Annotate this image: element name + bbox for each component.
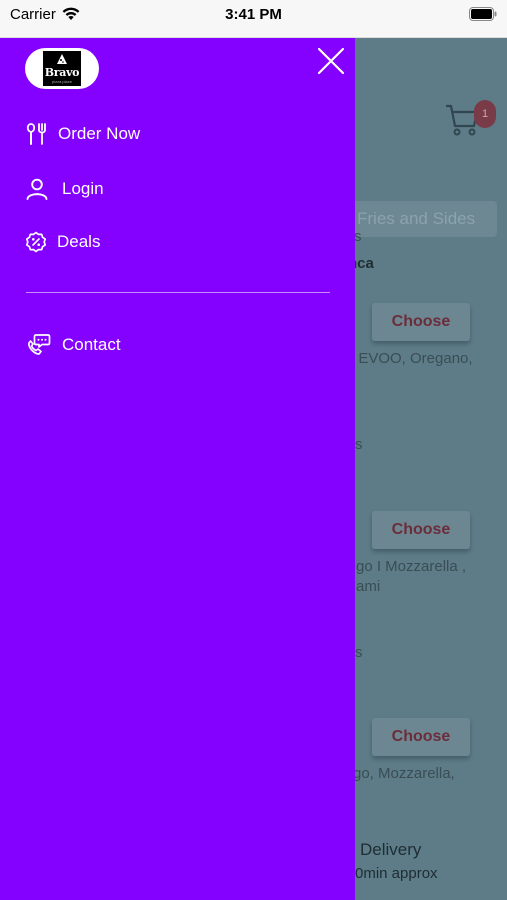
menu-item-label: Deals (57, 232, 101, 251)
menu-divider (26, 292, 330, 293)
item-description-fragment: go I Mozzarella , (356, 558, 467, 575)
item-description-fragment: , EVOO, Oregano, (350, 350, 473, 367)
close-drawer-button[interactable] (317, 47, 345, 75)
logo-mark: Bravo pizza place (43, 51, 81, 86)
delivery-time: 0min approx (355, 865, 438, 882)
battery-icon (469, 7, 497, 26)
status-bar: Carrier 3:41 PM (0, 0, 507, 38)
menu-item-label: Contact (62, 335, 121, 354)
discount-badge-icon (25, 231, 47, 253)
logo-brand-text: Bravo (44, 66, 80, 79)
utensils-icon (26, 123, 46, 145)
menu-item-deals[interactable]: Deals (25, 231, 100, 253)
menu-item-login[interactable]: Login (25, 177, 104, 201)
menu-item-contact[interactable]: Contact (25, 333, 121, 357)
item-description-fragment: go, Mozzarella, (353, 765, 455, 782)
cart-count-badge: 1 (474, 100, 496, 128)
delivery-label: Delivery (360, 840, 422, 859)
choose-button[interactable]: Choose (372, 718, 470, 756)
user-icon (26, 178, 48, 200)
text-fragment: s (354, 228, 362, 245)
clock: 3:41 PM (225, 6, 282, 23)
category-chip-label: Fries and Sides (357, 209, 476, 228)
text-fragment: s (355, 436, 363, 453)
phone-chat-icon (28, 334, 51, 355)
close-icon (317, 47, 345, 75)
logo-tagline: pizza place (51, 79, 72, 84)
text-fragment: s (355, 644, 363, 661)
choose-button[interactable]: Choose (372, 303, 470, 341)
menu-item-label: Login (62, 179, 104, 198)
item-description-fragment: ami (356, 578, 381, 595)
menu-item-label: Order Now (58, 124, 141, 143)
menu-item-order-now[interactable]: Order Now (25, 122, 140, 146)
choose-button[interactable]: Choose (372, 511, 470, 549)
brand-logo[interactable]: Bravo pizza place (25, 48, 99, 89)
navigation-drawer: Bravo pizza place Order Now Login Deals … (0, 38, 355, 900)
